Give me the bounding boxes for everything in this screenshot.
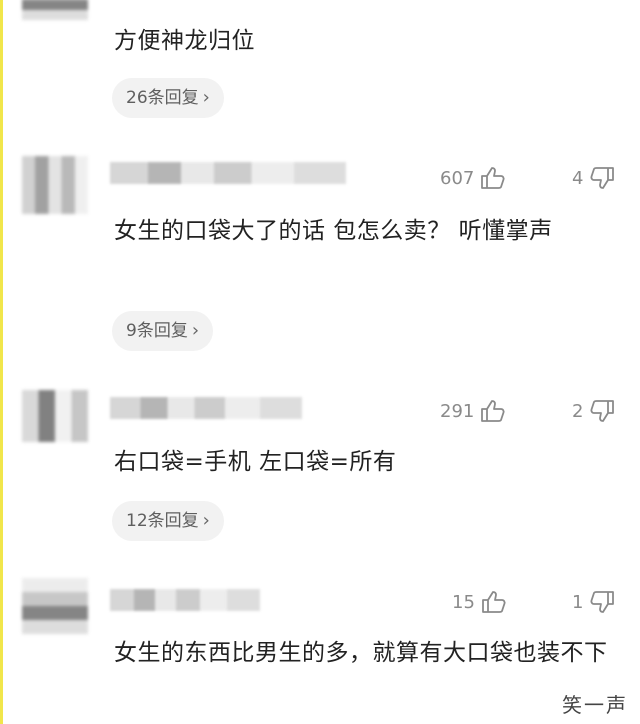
reply-button[interactable]: 26条回复 › [112,78,224,118]
comment-text: 女生的东西比男生的多，就算有大口袋也装不下 [114,640,608,666]
edge-line [0,0,3,724]
chevron-right-icon: › [202,510,210,531]
avatar[interactable] [22,578,88,634]
like-group[interactable]: 15 [452,587,507,617]
thumbs-down-icon[interactable] [589,166,615,190]
reply-count: 9条回复 [126,321,188,341]
thumbs-up-icon[interactable] [480,166,506,190]
like-group[interactable]: 291 [440,396,506,426]
reply-count: 26条回复 [126,88,199,108]
dislike-group[interactable]: 1 [572,587,615,617]
avatar[interactable] [22,156,88,214]
comment-text: 方便神龙归位 [114,28,255,54]
chevron-right-icon: › [191,320,200,341]
avatar[interactable] [22,0,88,20]
like-count: 291 [440,400,475,422]
dislike-count: 4 [572,167,584,189]
thumbs-down-icon[interactable] [589,590,615,614]
reply-button[interactable]: 12条回复 › [112,501,224,541]
chevron-right-icon: › [202,87,210,108]
avatar[interactable] [22,390,88,442]
watermark: 笑一声 [562,693,628,717]
like-count: 15 [452,591,475,613]
username[interactable] [110,397,302,419]
reply-button[interactable]: 9条回复 › [112,311,214,351]
dislike-group[interactable]: 2 [572,396,615,426]
like-group[interactable]: 607 [440,163,506,193]
username[interactable] [110,162,346,184]
thumbs-up-icon[interactable] [480,399,506,423]
comment-text: 女生的口袋大了的话 包怎么卖？ 听懂掌声 [114,218,553,244]
thumbs-up-icon[interactable] [481,590,507,614]
like-count: 607 [440,167,475,189]
dislike-count: 2 [572,400,584,422]
thumbs-down-icon[interactable] [589,399,615,423]
reply-count: 12条回复 [126,511,199,531]
username[interactable] [110,589,260,611]
dislike-group[interactable]: 4 [572,163,615,193]
comment-text: 右口袋=手机 左口袋=所有 [114,449,397,475]
dislike-count: 1 [572,591,584,613]
